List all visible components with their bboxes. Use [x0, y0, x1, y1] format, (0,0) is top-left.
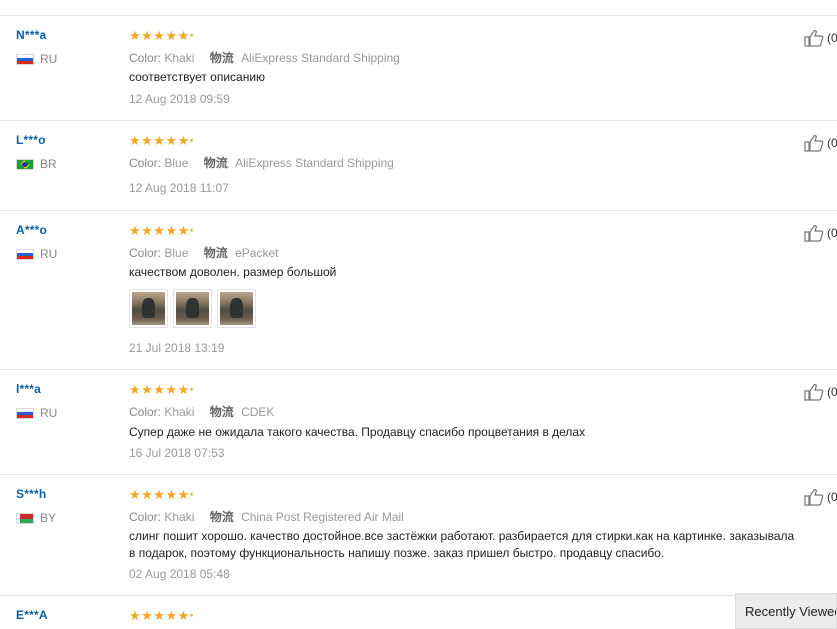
thumbs-up-icon	[804, 225, 824, 242]
review-date: 16 Jul 2018 07:53	[129, 446, 225, 460]
review-divider	[0, 210, 837, 211]
color-value: Khaki	[164, 405, 195, 419]
recently-viewed-tab[interactable]: Recently Viewed	[735, 593, 837, 629]
reviewer-name: E***A	[16, 608, 48, 622]
review-divider	[0, 120, 837, 121]
reviewer-name: N***a	[16, 28, 47, 42]
country-code: BY	[40, 511, 57, 525]
reviewer-country: BR	[16, 157, 57, 171]
logistics-label: 物流	[209, 51, 234, 65]
helpful-button[interactable]: (0	[804, 224, 837, 242]
country-code: RU	[40, 247, 58, 261]
thumbs-up-icon	[804, 30, 824, 47]
review-meta: Color: Khaki 物流 CDEK	[129, 403, 274, 420]
helpful-count: (0	[827, 31, 837, 45]
shipping-method: ePacket	[235, 246, 279, 260]
reviewer-name: l***a	[16, 382, 42, 396]
helpful-count: (0	[827, 385, 837, 399]
color-value: Blue	[164, 246, 189, 260]
thumbs-up-icon	[804, 384, 824, 401]
review-comment-line: в подарок, поэтому функциональность напи…	[129, 546, 665, 560]
logistics-label: 物流	[203, 156, 228, 170]
review-comment: качеством доволен. размер большой	[129, 265, 337, 279]
logistics-label: 物流	[209, 405, 234, 419]
helpful-button[interactable]: (0	[804, 488, 837, 506]
review-date: 02 Aug 2018 05:48	[129, 567, 230, 581]
review-divider	[0, 369, 837, 370]
color-value: Khaki	[164, 51, 195, 65]
reviewer-country: RU	[16, 52, 57, 66]
color-label: Color:	[129, 510, 162, 524]
star-rating: ★★★★★●	[129, 487, 194, 502]
helpful-button[interactable]: (0	[804, 134, 837, 152]
reviewer-country: RU	[16, 406, 57, 420]
review-comment: слинг пошит хорошо. качество достойное.в…	[129, 529, 795, 543]
belarus-flag-icon	[16, 512, 34, 524]
review-meta: Color: Blue 物流 AliExpress Standard Shipp…	[129, 154, 394, 171]
star-rating: ★★★★★●	[129, 608, 194, 623]
shipping-method: CDEK	[241, 405, 275, 419]
review-comment: Супер даже не ожидала такого качества. П…	[129, 425, 586, 439]
review-photo-thumbnail[interactable]	[217, 289, 256, 328]
review-date: 21 Jul 2018 13:19	[129, 341, 225, 355]
logistics-label: 物流	[209, 510, 234, 524]
reviewer-name: L***o	[16, 133, 46, 147]
star-rating: ★★★★★●	[129, 28, 194, 43]
reviewer-name: A***o	[16, 223, 48, 237]
review-divider	[0, 595, 837, 596]
color-label: Color:	[129, 405, 162, 419]
review-photos	[129, 289, 256, 328]
star-rating: ★★★★★●	[129, 133, 194, 148]
helpful-button[interactable]: (0	[804, 29, 837, 47]
review-meta: Color: Khaki 物流 China Post Registered Ai…	[129, 508, 404, 525]
review-meta: Color: Khaki 物流 AliExpress Standard Ship…	[129, 49, 400, 66]
thumbs-up-icon	[804, 489, 824, 506]
star-rating: ★★★★★●	[129, 223, 194, 238]
russia-flag-icon	[16, 248, 34, 260]
helpful-count: (0	[827, 490, 837, 504]
reviewer-country: BY	[16, 511, 56, 525]
country-code: RU	[40, 52, 58, 66]
helpful-count: (0	[827, 226, 837, 240]
color-label: Color:	[129, 156, 162, 170]
review-divider	[0, 474, 837, 475]
russia-flag-icon	[16, 53, 34, 65]
color-label: Color:	[129, 246, 162, 260]
thumbs-up-icon	[804, 135, 824, 152]
review-date: 12 Aug 2018 11:07	[129, 181, 229, 195]
color-value: Khaki	[164, 510, 195, 524]
review-photo-thumbnail[interactable]	[173, 289, 212, 328]
review-date: 12 Aug 2018 09:59	[129, 92, 230, 106]
shipping-method: AliExpress Standard Shipping	[241, 51, 400, 65]
color-value: Blue	[164, 156, 189, 170]
review-comment: соответствует описанию	[129, 70, 266, 84]
country-code: BR	[40, 157, 57, 171]
shipping-method: AliExpress Standard Shipping	[235, 156, 394, 170]
brazil-flag-icon	[16, 158, 34, 170]
reviewer-country: RU	[16, 247, 57, 261]
review-divider	[0, 15, 837, 16]
review-photo-thumbnail[interactable]	[129, 289, 168, 328]
russia-flag-icon	[16, 407, 34, 419]
color-label: Color:	[129, 51, 162, 65]
reviewer-name: S***h	[16, 487, 47, 501]
star-rating: ★★★★★●	[129, 382, 194, 397]
helpful-button[interactable]: (0	[804, 383, 837, 401]
shipping-method: China Post Registered Air Mail	[241, 510, 404, 524]
logistics-label: 物流	[203, 246, 228, 260]
helpful-count: (0	[827, 136, 837, 150]
review-meta: Color: Blue 物流 ePacket	[129, 244, 278, 261]
country-code: RU	[40, 406, 58, 420]
